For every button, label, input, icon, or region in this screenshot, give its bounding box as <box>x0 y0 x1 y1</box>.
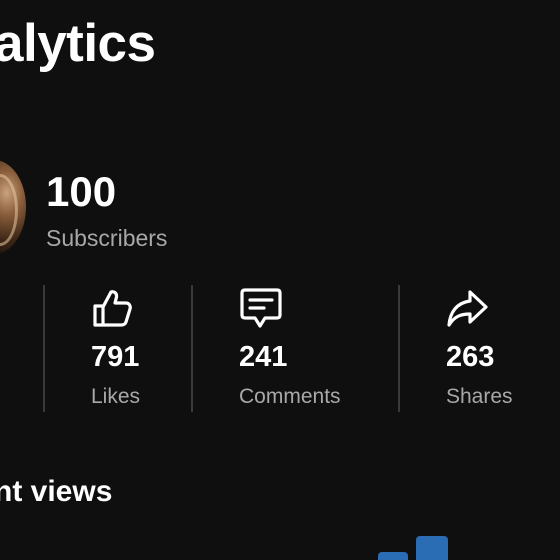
thumbs-up-icon <box>91 286 135 330</box>
stat-divider <box>191 285 193 412</box>
stat-divider <box>398 285 400 412</box>
channel-avatar[interactable] <box>0 160 26 254</box>
likes-stat[interactable]: 791 Likes <box>91 286 140 408</box>
stat-divider <box>43 285 45 412</box>
analytics-page: alytics 100 Subscribers 791 Likes 241 Co… <box>0 0 560 560</box>
recent-views-title: nt views <box>0 475 113 508</box>
shares-count: 263 <box>446 341 495 373</box>
shares-label: Shares <box>446 385 513 408</box>
comments-label: Comments <box>239 385 341 408</box>
comment-icon <box>239 286 283 330</box>
likes-count: 791 <box>91 341 140 373</box>
views-chart-bar <box>416 536 448 560</box>
shares-stat[interactable]: 263 Shares <box>446 286 513 408</box>
subscribers-label: Subscribers <box>46 225 168 251</box>
views-chart-bar <box>378 552 408 560</box>
share-icon <box>446 286 490 330</box>
page-title: alytics <box>0 14 156 73</box>
comments-count: 241 <box>239 341 288 373</box>
comments-stat[interactable]: 241 Comments <box>239 286 341 408</box>
likes-label: Likes <box>91 385 141 408</box>
subscribers-count: 100 <box>46 168 117 215</box>
